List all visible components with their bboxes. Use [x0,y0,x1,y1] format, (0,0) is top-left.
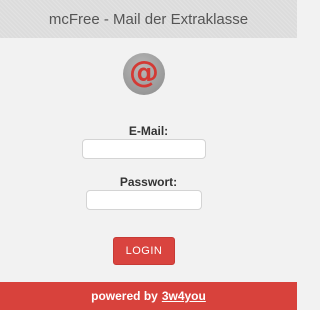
password-input[interactable] [86,190,202,210]
footer: powered by 3w4you [0,282,297,310]
footer-link[interactable]: 3w4you [162,289,206,303]
at-symbol: @ [129,55,159,90]
at-sign-logo-icon: @ [123,53,165,95]
email-label: E-Mail: [128,124,169,138]
password-label: Passwort: [119,175,178,189]
login-button[interactable]: LOGIN [113,237,175,265]
footer-text: powered by [91,289,158,303]
app-title: mcFree - Mail der Extraklasse [48,10,249,28]
app-header: mcFree - Mail der Extraklasse [0,0,297,38]
email-input[interactable] [82,139,206,159]
